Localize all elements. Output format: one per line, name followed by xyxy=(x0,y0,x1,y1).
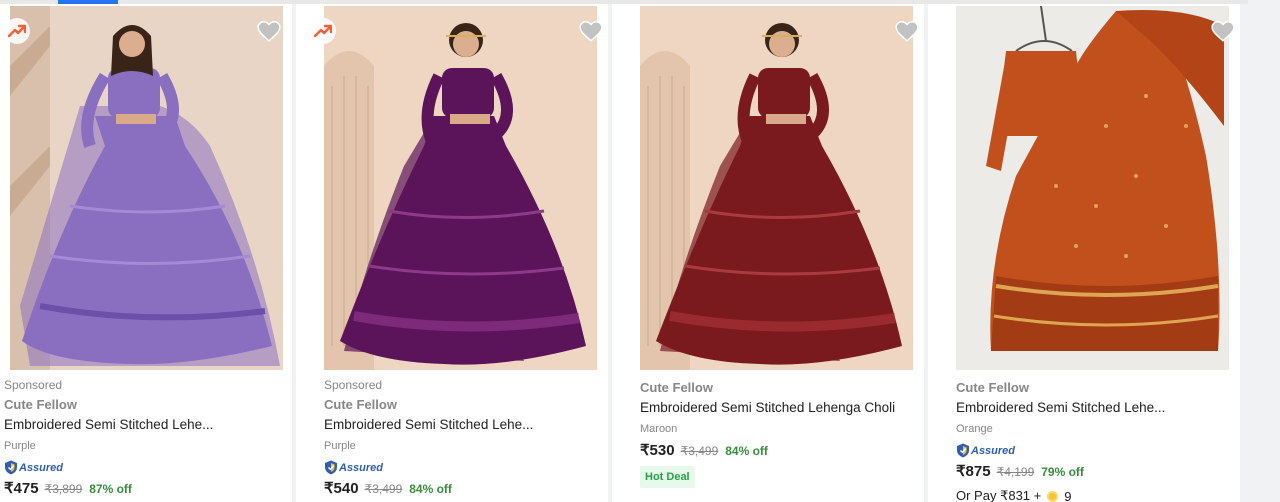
shield-icon xyxy=(957,443,969,458)
product-grid: Sponsored Cute Fellow Embroidered Semi S… xyxy=(0,4,1248,502)
selling-price: ₹540 xyxy=(324,480,359,497)
brand-name: Cute Fellow xyxy=(640,380,713,395)
brand-name: Cute Fellow xyxy=(4,397,77,412)
original-price: ₹4,199 xyxy=(996,465,1035,479)
assured-label: Assured xyxy=(971,444,1016,457)
discount-percent: 87% off xyxy=(89,482,132,496)
product-image[interactable] xyxy=(640,6,913,370)
hot-deal-badge: Hot Deal xyxy=(640,466,695,488)
product-image[interactable] xyxy=(10,6,283,370)
wishlist-button[interactable] xyxy=(1210,18,1236,44)
pay-text: Or Pay ₹831 + xyxy=(956,488,1042,502)
pay-with-coins: Or Pay ₹831 + 9 xyxy=(956,485,1165,502)
original-price: ₹3,499 xyxy=(364,482,403,496)
price-row: ₹540 ₹3,499 84% off xyxy=(324,478,533,500)
selling-price: ₹475 xyxy=(4,480,39,497)
selling-price: ₹530 xyxy=(640,442,675,459)
product-title[interactable]: Embroidered Semi Stitched Lehe... xyxy=(4,414,213,436)
coin-icon xyxy=(1047,490,1059,502)
assured-label: Assured xyxy=(339,461,384,474)
trending-badge xyxy=(4,18,30,44)
trending-badge xyxy=(310,18,336,44)
selling-price: ₹875 xyxy=(956,463,991,480)
brand-name: Cute Fellow xyxy=(324,397,397,412)
heart-icon xyxy=(579,21,603,42)
discount-percent: 84% off xyxy=(409,482,452,496)
wishlist-button[interactable] xyxy=(894,18,920,44)
wishlist-button[interactable] xyxy=(256,18,282,44)
assured-badge: Assured xyxy=(324,457,533,478)
product-image[interactable] xyxy=(956,6,1229,370)
heart-icon xyxy=(1211,21,1235,42)
discount-percent: 79% off xyxy=(1041,465,1084,479)
shield-icon xyxy=(5,460,17,475)
price-row: ₹475 ₹3,899 87% off xyxy=(4,478,213,500)
trending-up-icon xyxy=(314,24,332,38)
variant-color: Orange xyxy=(956,423,993,435)
product-image[interactable] xyxy=(324,6,597,370)
price-row: ₹530 ₹3,499 84% off xyxy=(640,440,895,462)
product-card[interactable]: Sponsored Cute Fellow Embroidered Semi S… xyxy=(0,4,292,502)
variant-color: Purple xyxy=(4,440,36,452)
product-title[interactable]: Embroidered Semi Stitched Lehenga Choli xyxy=(640,397,895,419)
product-title[interactable]: Embroidered Semi Stitched Lehe... xyxy=(324,414,533,436)
product-card[interactable]: Sponsored Cute Fellow Embroidered Semi S… xyxy=(296,4,608,502)
product-title[interactable]: Embroidered Semi Stitched Lehe... xyxy=(956,397,1165,419)
assured-label: Assured xyxy=(19,461,64,474)
coin-count: 9 xyxy=(1064,488,1072,502)
heart-icon xyxy=(895,21,919,42)
variant-color: Maroon xyxy=(640,423,678,435)
discount-percent: 84% off xyxy=(725,444,768,458)
product-card[interactable]: Cute Fellow Embroidered Semi Stitched Le… xyxy=(612,4,924,502)
variant-color: Purple xyxy=(324,440,356,452)
sponsored-label: Sponsored xyxy=(4,378,63,392)
product-listing-page: Sponsored Cute Fellow Embroidered Semi S… xyxy=(0,0,1280,502)
sponsored-label: Sponsored xyxy=(324,378,383,392)
price-row: ₹875 ₹4,199 79% off xyxy=(956,461,1165,483)
assured-badge: Assured xyxy=(956,440,1165,461)
shield-icon xyxy=(325,460,337,475)
heart-icon xyxy=(257,21,281,42)
product-card[interactable]: Cute Fellow Embroidered Semi Stitched Le… xyxy=(928,4,1240,502)
original-price: ₹3,899 xyxy=(44,482,83,496)
original-price: ₹3,499 xyxy=(680,444,719,458)
wishlist-button[interactable] xyxy=(578,18,604,44)
trending-up-icon xyxy=(8,24,26,38)
brand-name: Cute Fellow xyxy=(956,380,1029,395)
assured-badge: Assured xyxy=(4,457,213,478)
